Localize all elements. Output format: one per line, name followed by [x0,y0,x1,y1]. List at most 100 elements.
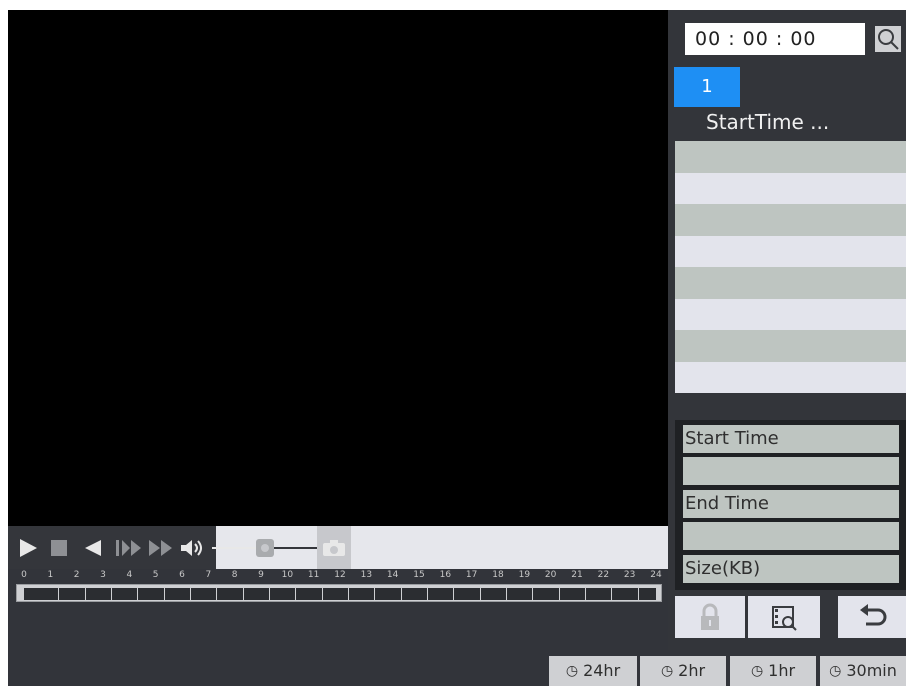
tab-channel-1[interactable]: 1 [674,67,740,107]
timeline-tick [216,588,218,600]
file-list [675,141,906,393]
list-item[interactable] [675,267,906,299]
list-item[interactable] [675,235,906,267]
timeline-hour-label: 7 [205,570,212,580]
search-icon[interactable] [875,26,901,52]
timeline-hour-label: 23 [623,570,636,580]
fast-forward-icon[interactable] [148,539,174,557]
volume-slider-knob[interactable] [256,539,274,557]
timeline-tick [585,588,586,600]
volume-icon[interactable] [180,538,206,558]
mode-label: 30min [846,661,897,680]
timeline-hour-label: 22 [597,570,610,580]
mode-label: 24hr [583,661,621,680]
timeline-tick [427,588,428,600]
list-item[interactable] [675,141,906,173]
clock-icon: ◷ [660,663,674,679]
timeline-hour-label: 2 [73,570,80,580]
timeline-hour-label: 9 [258,570,264,580]
start-time-value [683,457,899,485]
timeline-hour-label: 13 [360,570,373,580]
timeline-tick [295,588,297,600]
mode-label: 2hr [678,661,706,680]
file-info-panel: Start Time End Time Size(KB) [675,420,906,590]
mode-1hr-button[interactable]: ◷ 1hr [730,656,816,686]
timeline-tick [479,588,481,600]
timeline-tick [348,588,349,600]
timeline-hour-label: 18 [492,570,504,580]
playback-window: 0 1 2 3 4 5 6 7 8 9 10 11 12 13 14 15 16 17 18 19 20 21 22 23 24… [8,10,906,686]
timeline-tick [374,588,376,600]
clock-icon: ◷ [565,663,579,679]
reverse-play-icon[interactable] [84,539,102,557]
timeline-hour-label: 5 [152,570,159,580]
timeline-hour-label: 8 [231,570,238,580]
timeline-hour-label: 3 [100,570,106,580]
timeline-tick [163,588,165,600]
file-list-header[interactable]: StartTime ... [706,110,829,134]
back-button[interactable] [838,596,906,638]
timeline-tick [190,588,191,600]
timeline-hour-label: 10 [281,570,294,580]
timeline-hour-label: 21 [571,570,583,580]
timeline-hour-label: 14 [386,570,399,580]
volume-track-right [274,547,317,549]
timeline-tick [611,588,613,600]
list-item[interactable] [675,172,906,204]
timeline-hour-label: 24 [650,570,662,580]
timeline-tick [532,588,534,600]
list-item[interactable] [675,330,906,362]
timeline-tick [269,588,270,600]
timeline-hour-label: 0 [21,570,27,580]
back-icon [860,604,887,626]
volume-track-left [212,547,256,549]
timeline-tick [506,588,507,600]
slow-play-icon[interactable] [116,539,142,557]
timeline-hour-label: 17 [465,570,478,580]
playback-controls [8,526,668,569]
timeline-hour-label: 12 [334,570,346,580]
clock-icon: ◷ [750,663,764,679]
timeline-hour-label: 20 [544,570,557,580]
lock-button[interactable] [675,596,745,638]
video-display[interactable] [8,10,668,526]
mode-label: 1hr [768,661,796,680]
start-time-label: Start Time [683,425,899,453]
end-time-label: End Time [683,490,899,518]
timeline-tick [321,588,323,600]
mode-2hr-button[interactable]: ◷ 2hr [640,656,726,686]
file-panel: 00 : 00 : 00 1 StartTime ... Start Time … [668,10,906,650]
size-label: Size(KB) [683,555,899,583]
timeline-hour-label: 4 [126,570,133,580]
timeline[interactable]: 0 1 2 3 4 5 6 7 8 9 10 11 12 13 14 15 16 17 18 19 20 21 22 23 24 [16,570,662,604]
mode-24hr-button[interactable]: ◷ 24hr [549,656,637,686]
timeline-tick [637,588,639,600]
timeline-hour-label: 19 [518,570,531,580]
timeline-tick [58,588,60,600]
timeline-tick [558,588,560,600]
list-item[interactable] [675,361,906,393]
timeline-tick [242,588,244,600]
timeline-tick [453,588,455,600]
timeline-tick [400,588,402,600]
mode-30min-button[interactable]: ◷ 30min [820,656,906,686]
timeline-hour-label: 1 [47,570,54,580]
timeline-tick [84,588,86,600]
list-item[interactable] [675,298,906,330]
timeline-hour-label: 16 [439,570,452,580]
timeline-hour-label: 6 [179,570,185,580]
stop-icon[interactable] [51,540,67,556]
play-icon[interactable] [18,538,38,558]
file-search-icon [772,606,797,631]
lock-icon [701,603,719,630]
list-item[interactable] [675,204,906,236]
snapshot-icon[interactable] [322,539,346,557]
timeline-tick [137,588,139,600]
clock-icon: ◷ [829,663,842,679]
file-search-button[interactable] [748,596,820,638]
timeline-bar[interactable] [24,588,656,600]
timeline-hour-label: 11 [307,570,320,580]
end-time-value [683,522,899,550]
time-search-input[interactable]: 00 : 00 : 00 [685,23,865,55]
timeline-hour-labels: 0 1 2 3 4 5 6 7 8 9 10 11 12 13 14 15 16 17 18 19 20 21 22 23 24 [16,570,662,584]
